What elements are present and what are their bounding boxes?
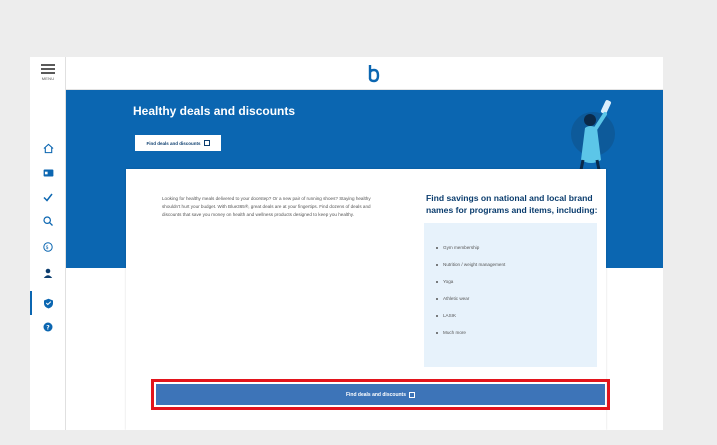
hamburger-icon-bar	[41, 72, 55, 74]
external-link-icon	[409, 391, 415, 398]
app-window: MENU $ ? Healthy deals and discounts Fin…	[30, 57, 663, 430]
help-icon[interactable]: ?	[40, 319, 56, 335]
svg-text:$: $	[46, 245, 49, 251]
savings-list: Gym membership Nutrition / weight manage…	[424, 223, 597, 341]
menu-label: MENU	[41, 76, 55, 81]
person-icon[interactable]	[40, 265, 56, 281]
deals-description: Looking for healthy meals delivered to y…	[162, 196, 371, 217]
list-item-label: LASIK	[443, 313, 457, 318]
find-deals-top-button-label: Find deals and discounts	[146, 140, 201, 146]
bullet-icon	[436, 246, 438, 249]
list-item: Gym membership	[436, 239, 597, 256]
hamburger-icon	[41, 64, 55, 66]
savings-heading: Find savings on national and local brand…	[426, 193, 598, 215]
list-item: Athletic wear	[436, 290, 597, 307]
bullet-icon	[436, 280, 438, 283]
menu-button[interactable]: MENU	[37, 62, 59, 88]
active-item-indicator	[30, 291, 32, 315]
id-card-icon[interactable]	[40, 165, 56, 181]
brand-logo-icon[interactable]	[366, 64, 382, 84]
list-item-label: Yoga	[443, 279, 454, 284]
svg-text:?: ?	[46, 325, 50, 332]
list-item-label: Much more	[443, 330, 466, 335]
list-item: LASIK	[436, 307, 597, 324]
home-icon[interactable]	[40, 140, 56, 156]
health-shield-icon[interactable]	[40, 295, 56, 311]
bullet-icon	[436, 331, 438, 334]
woman-drinking-water-illustration	[571, 100, 615, 170]
list-item-label: Athletic wear	[443, 296, 470, 301]
list-item: Nutrition / weight management	[436, 256, 597, 273]
list-item-label: Nutrition / weight management	[443, 262, 506, 267]
list-item: Yoga	[436, 273, 597, 290]
bullet-icon	[436, 297, 438, 300]
external-link-icon	[203, 140, 210, 146]
list-item-label: Gym membership	[443, 245, 480, 250]
left-nav-rail: MENU $ ?	[30, 57, 66, 430]
find-deals-main-button[interactable]: Find deals and discounts	[156, 384, 605, 405]
list-item: Much more	[436, 324, 597, 341]
deals-card: Looking for healthy meals delivered to y…	[126, 169, 610, 430]
bullet-icon	[436, 314, 438, 317]
find-deals-top-button[interactable]: Find deals and discounts	[134, 134, 222, 152]
hamburger-icon-bar	[41, 68, 55, 70]
benefits-icon[interactable]: $	[40, 238, 56, 254]
bullet-icon	[436, 263, 438, 266]
checkmark-icon[interactable]	[40, 189, 56, 205]
find-deals-main-button-label: Find deals and discounts	[345, 391, 406, 398]
savings-list-box: Gym membership Nutrition / weight manage…	[424, 223, 597, 367]
page-title: Healthy deals and discounts	[133, 104, 296, 118]
top-header	[66, 57, 663, 90]
search-icon[interactable]	[40, 213, 56, 229]
